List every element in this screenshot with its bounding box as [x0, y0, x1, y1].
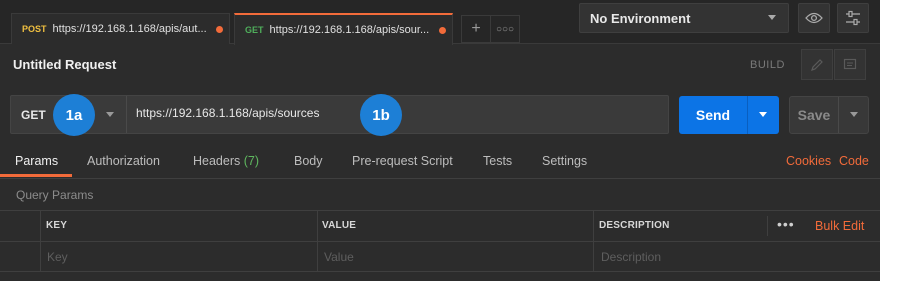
- subtab-divider: [0, 178, 880, 179]
- postman-window: POST https://192.168.1.168/apis/aut... G…: [0, 0, 880, 281]
- param-description-input[interactable]: Description: [601, 250, 661, 264]
- pencil-icon: [811, 58, 823, 71]
- request-tab-get[interactable]: GET https://192.168.1.168/apis/sour...: [234, 13, 453, 45]
- query-params-heading: Query Params: [16, 188, 94, 202]
- unsaved-indicator-icon: [439, 27, 446, 34]
- column-options-button[interactable]: •••: [777, 216, 795, 232]
- chevron-down-icon: [768, 15, 776, 20]
- save-button-group: Save: [789, 96, 869, 134]
- param-value-input[interactable]: Value: [324, 250, 354, 264]
- request-url-input[interactable]: https://192.168.1.168/apis/sources: [136, 106, 319, 120]
- column-header-description: DESCRIPTION: [599, 220, 670, 231]
- environment-selector[interactable]: No Environment: [579, 3, 789, 33]
- tab-pre-request-script[interactable]: Pre-request Script: [352, 154, 453, 168]
- http-method-label: GET: [21, 107, 46, 122]
- comment-icon: [843, 58, 857, 69]
- environment-quick-look-button[interactable]: [798, 3, 830, 33]
- column-header-key: KEY: [46, 220, 68, 231]
- tab-headers-label: Headers: [193, 154, 241, 168]
- tab-headers[interactable]: Headers (7): [193, 154, 259, 168]
- sliders-icon: [846, 10, 860, 26]
- params-table-bottom-border: [0, 271, 880, 272]
- tab-options-button[interactable]: ○○○: [490, 15, 520, 43]
- build-mode-label: BUILD: [750, 59, 785, 71]
- send-button-group: Send: [679, 96, 779, 134]
- active-tab-indicator: [0, 174, 72, 177]
- code-link[interactable]: Code: [839, 154, 869, 168]
- headers-count-badge: (7): [243, 154, 260, 168]
- column-header-value: VALUE: [322, 220, 357, 231]
- comments-button[interactable]: [834, 49, 866, 80]
- cookies-link[interactable]: Cookies: [786, 154, 831, 168]
- tab-params[interactable]: Params: [15, 154, 58, 168]
- params-header-divider: [0, 241, 880, 242]
- ellipsis-icon: ○○○: [495, 23, 515, 35]
- params-table-top-border: [0, 210, 880, 211]
- column-divider[interactable]: [317, 210, 318, 272]
- bulk-edit-link[interactable]: Bulk Edit: [815, 219, 864, 233]
- tab-method-label: POST: [22, 24, 47, 34]
- tab-body[interactable]: Body: [294, 154, 323, 168]
- request-url-bar: GET https://192.168.1.168/apis/sources: [10, 95, 669, 134]
- send-divider: [747, 96, 748, 134]
- column-divider[interactable]: [593, 210, 594, 272]
- save-button[interactable]: Save: [790, 97, 838, 133]
- eye-icon: [805, 12, 823, 24]
- tab-url-label: https://192.168.1.168/apis/aut...: [52, 23, 207, 35]
- send-options-chevron-icon[interactable]: [759, 112, 767, 117]
- tab-settings[interactable]: Settings: [542, 154, 587, 168]
- annotation-badge-1a: 1a: [53, 94, 95, 136]
- new-tab-button[interactable]: +: [461, 15, 491, 43]
- tab-method-label: GET: [245, 25, 264, 35]
- request-title[interactable]: Untitled Request: [13, 57, 116, 72]
- tab-url-label: https://192.168.1.168/apis/sour...: [269, 24, 430, 36]
- unsaved-indicator-icon: [216, 26, 223, 33]
- save-divider: [838, 97, 839, 133]
- column-divider: [40, 210, 41, 272]
- environment-label: No Environment: [590, 10, 691, 26]
- request-tab-bar: POST https://192.168.1.168/apis/aut... G…: [0, 0, 880, 45]
- tab-tests[interactable]: Tests: [483, 154, 512, 168]
- param-key-input[interactable]: Key: [47, 250, 68, 264]
- edit-request-button[interactable]: [801, 49, 833, 80]
- save-options-chevron-icon[interactable]: [850, 112, 858, 117]
- plus-icon: +: [471, 20, 481, 37]
- send-button[interactable]: Send: [679, 96, 747, 134]
- annotation-badge-1b: 1b: [360, 94, 402, 136]
- chevron-down-icon: [106, 112, 114, 117]
- manage-environments-button[interactable]: [837, 3, 869, 33]
- request-tab-post[interactable]: POST https://192.168.1.168/apis/aut...: [11, 13, 230, 44]
- column-divider: [767, 216, 768, 236]
- tab-authorization[interactable]: Authorization: [87, 154, 160, 168]
